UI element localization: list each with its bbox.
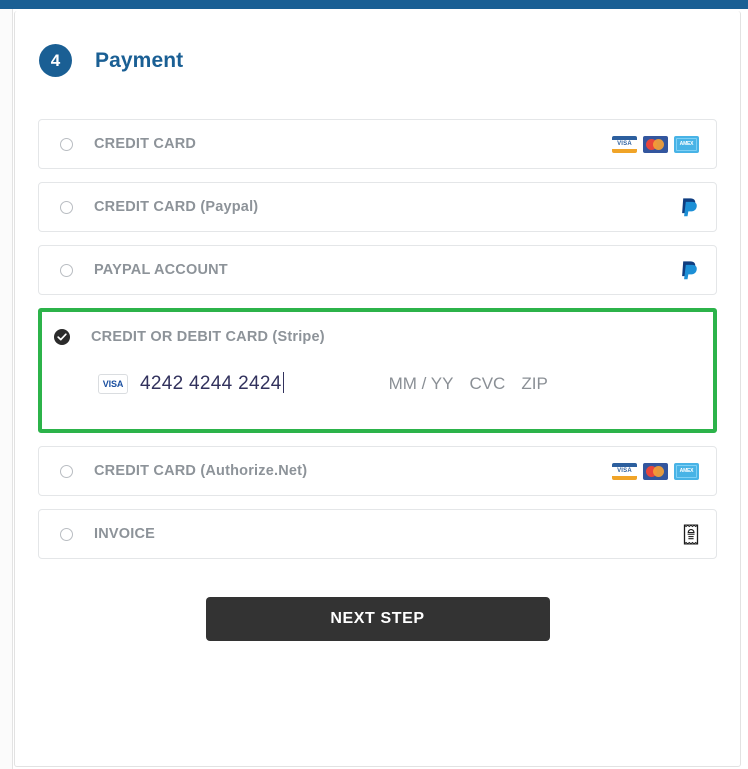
brand-icon-group [680,259,699,281]
payment-option-label: CREDIT OR DEBIT CARD (Stripe) [91,329,325,345]
payment-step-card: 4 Payment CREDIT CARD VISA AMEX CREDIT C… [14,11,741,767]
action-row: NEXT STEP [15,597,740,641]
stripe-card-field-row[interactable]: VISA 4242 4244 2424 MM / YY CVC ZIP [42,345,713,395]
step-number-badge: 4 [39,44,72,77]
next-step-button[interactable]: NEXT STEP [205,597,550,641]
payment-option-credit-card-paypal[interactable]: CREDIT CARD (Paypal) [38,182,717,232]
brand-icon-group [680,196,699,218]
card-zip-input[interactable]: ZIP [521,374,547,394]
paypal-icon [682,261,697,280]
visa-brand-badge-icon: VISA [98,373,128,394]
radio-credit-card[interactable] [60,137,73,151]
payment-option-stripe[interactable]: CREDIT OR DEBIT CARD (Stripe) VISA 4242 … [38,308,717,433]
brand-icon-group: VISA AMEX [612,462,699,480]
payment-option-credit-card[interactable]: CREDIT CARD VISA AMEX [38,119,717,169]
radio-invoice[interactable] [60,527,73,541]
payment-option-invoice[interactable]: INVOICE [38,509,717,559]
card-number-value: 4242 4244 2424 [140,373,282,394]
mastercard-card-icon [643,462,668,480]
brand-icon-group [683,524,699,545]
top-accent-bar [0,0,748,9]
visa-card-icon: VISA [612,135,637,153]
radio-stripe-checked[interactable] [54,329,70,345]
payment-option-label: CREDIT CARD [94,136,197,152]
amex-card-icon: AMEX [674,135,699,153]
radio-credit-card-paypal[interactable] [60,200,73,214]
page-left-gutter [0,9,13,769]
brand-icon-group: VISA AMEX [612,135,699,153]
payment-options-list: CREDIT CARD VISA AMEX CREDIT CARD (Paypa… [15,119,740,559]
card-extra-fields[interactable]: MM / YY CVC ZIP [389,374,548,394]
card-expiry-input[interactable]: MM / YY [389,374,454,394]
amex-card-icon: AMEX [674,462,699,480]
card-cvc-input[interactable]: CVC [469,374,505,394]
payment-option-authorize-net[interactable]: CREDIT CARD (Authorize.Net) VISA AMEX [38,446,717,496]
visa-card-icon: VISA [612,462,637,480]
payment-option-label: PAYPAL ACCOUNT [94,262,228,278]
mastercard-card-icon [643,135,668,153]
radio-authorize-net[interactable] [60,464,73,478]
payment-option-label: CREDIT CARD (Authorize.Net) [94,463,308,479]
step-header: 4 Payment [15,11,740,77]
card-number-input[interactable]: 4242 4244 2424 [140,372,284,395]
paypal-icon [682,198,697,217]
stripe-option-header: CREDIT OR DEBIT CARD (Stripe) [42,312,713,345]
radio-paypal-account[interactable] [60,263,73,277]
page-title: Payment [95,48,184,72]
text-caret [282,372,284,393]
payment-option-label: INVOICE [94,526,156,542]
payment-option-paypal-account[interactable]: PAYPAL ACCOUNT [38,245,717,295]
payment-option-label: CREDIT CARD (Paypal) [94,199,259,215]
invoice-icon [683,524,699,544]
